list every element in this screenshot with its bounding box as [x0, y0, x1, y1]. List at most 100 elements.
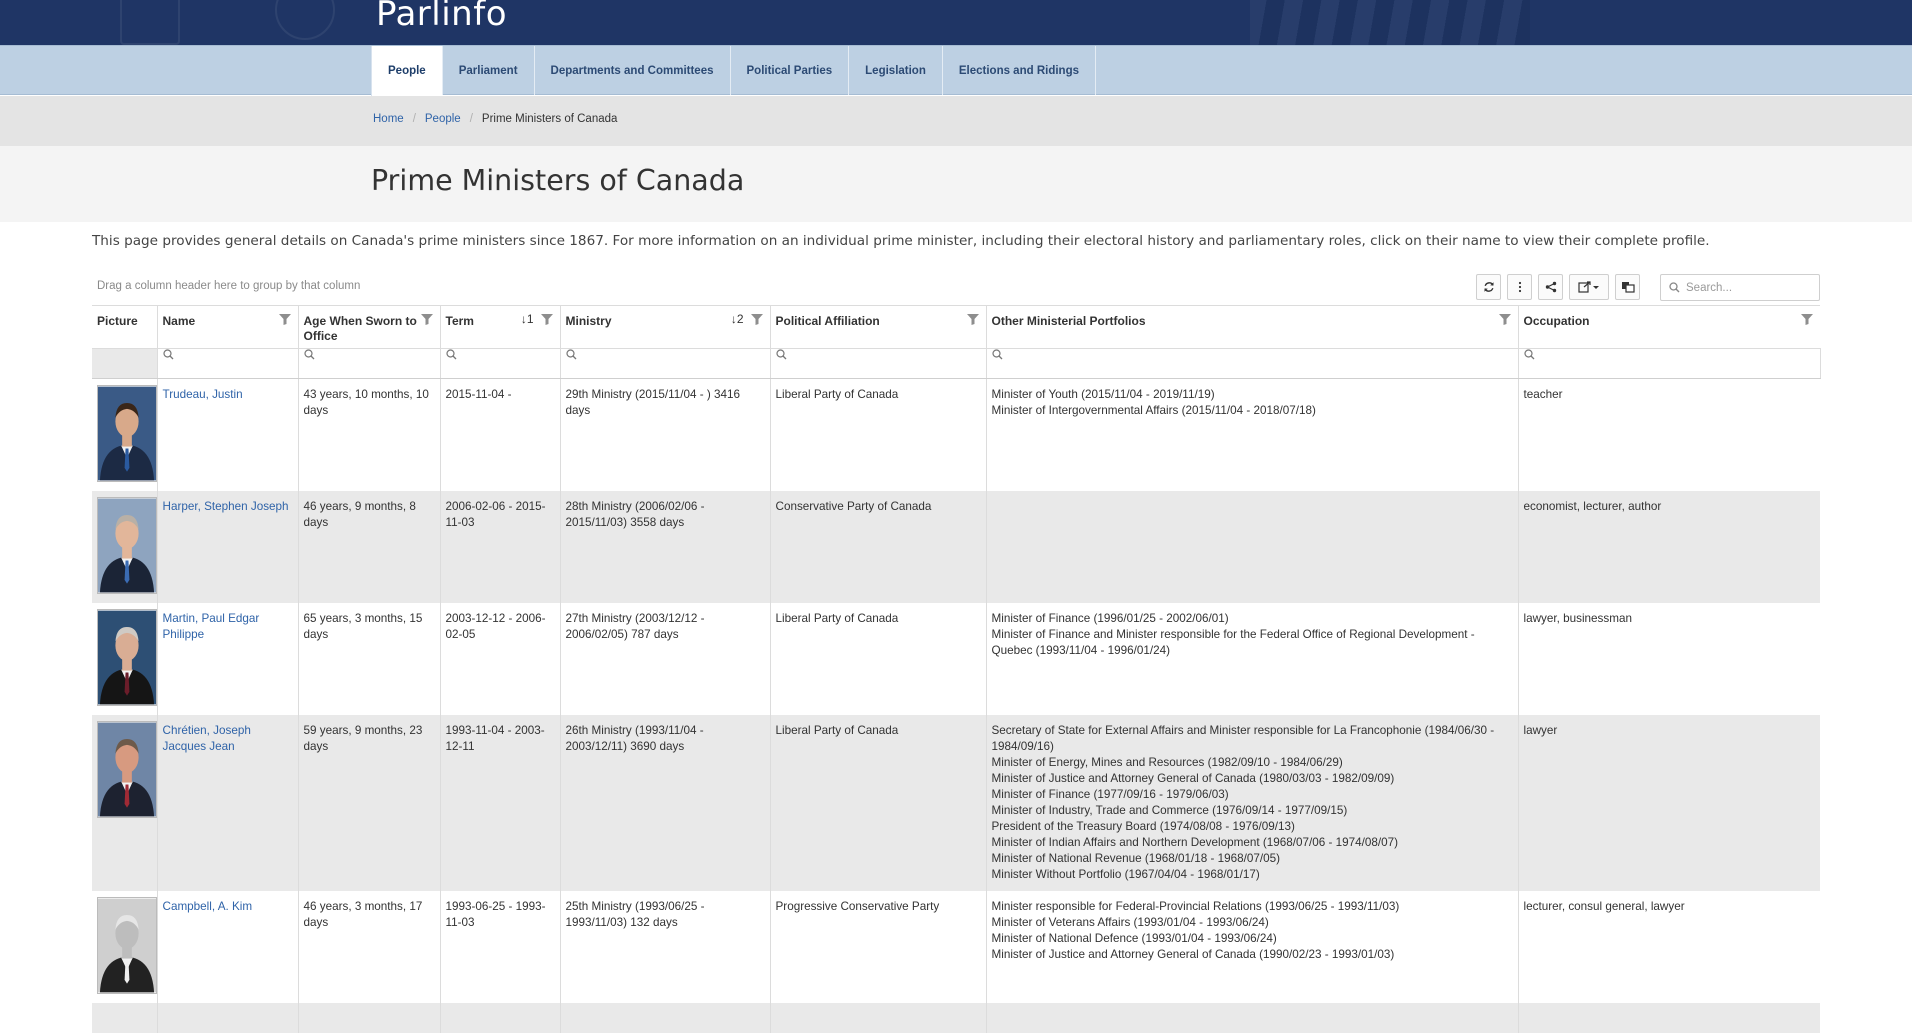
filter-cell-ministry[interactable]	[560, 348, 771, 379]
filter-icon[interactable]	[750, 312, 764, 326]
portfolio-item: Minister of Finance and Minister respons…	[991, 628, 1475, 657]
cell-name: Harper, Stephen Joseph	[157, 491, 299, 603]
tab-political-parties[interactable]: Political Parties	[731, 46, 850, 95]
tab-people[interactable]: People	[372, 46, 443, 95]
pm-name-link[interactable]: Chrétien, Joseph Jacques Jean	[163, 724, 251, 753]
portrait-image	[97, 609, 157, 706]
cell-name: Trudeau, Justin	[157, 378, 299, 491]
search-icon	[445, 349, 456, 360]
breadcrumb-home-link[interactable]: Home	[373, 113, 404, 125]
search-icon	[565, 349, 576, 360]
column-header-occupation[interactable]: Occupation	[1518, 305, 1820, 349]
column-header-age[interactable]: Age When Sworn to Office	[298, 305, 441, 349]
portfolio-item: Minister of Indian Affairs and Northern …	[991, 836, 1399, 849]
cell-ministry: 26th Ministry (1993/11/04 - 2003/12/11) …	[560, 715, 771, 891]
filter-cell-age[interactable]	[298, 348, 441, 379]
search-icon	[991, 349, 1002, 360]
cell-party: Liberal Party of Canada	[770, 378, 987, 491]
portrait-image	[97, 897, 157, 994]
cell-ministry: 25th Ministry (1993/06/25 - 1993/11/03) …	[560, 891, 771, 1003]
search-input[interactable]	[1686, 281, 1811, 294]
cell-party: Progressive Conservative Party	[770, 891, 987, 1003]
column-header-term[interactable]: Term ↓1	[440, 305, 561, 349]
share-button[interactable]	[1538, 274, 1563, 300]
refresh-button[interactable]	[1476, 274, 1501, 300]
export-icon	[1578, 281, 1599, 293]
cell-picture	[92, 378, 158, 491]
breadcrumb-bar: Home / People / Prime Ministers of Canad…	[0, 96, 1912, 146]
filter-cell-party[interactable]	[770, 348, 987, 379]
prime-ministers-grid: Picture Name Age When Sworn to Office Te…	[92, 305, 1821, 1033]
cell-age: 46 years, 3 months, 17 days	[298, 891, 441, 1003]
cell-ministry: 28th Ministry (2006/02/06 - 2015/11/03) …	[560, 491, 771, 603]
pm-name-link[interactable]: Trudeau, Justin	[163, 388, 243, 401]
table-row: Martin, Paul Edgar Philippe 65 years, 3 m…	[92, 603, 1820, 715]
portfolio-item: Minister of Finance (1977/09/16 - 1979/0…	[991, 788, 1229, 801]
cell-ministry: 29th Ministry (2015/11/04 - ) 3416 days	[560, 378, 771, 491]
cell-term: 1993-11-04 - 2003-12-11	[440, 715, 561, 891]
site-title[interactable]: Parlinfo	[376, 0, 507, 34]
main-nav: People Parliament Departments and Commit…	[0, 45, 1912, 96]
filter-cell-picture	[92, 348, 158, 379]
column-header-other-portfolios[interactable]: Other Ministerial Portfolios	[986, 305, 1519, 349]
tab-legislation[interactable]: Legislation	[849, 46, 943, 95]
pm-name-link[interactable]: Campbell, A. Kim	[163, 900, 253, 913]
filter-icon[interactable]	[420, 312, 434, 326]
group-panel-hint[interactable]: Drag a column header here to group by th…	[97, 280, 360, 292]
filter-icon[interactable]	[1498, 312, 1512, 326]
sort-ascending-indicator: ↓1	[520, 312, 534, 326]
grid-toolbar	[1476, 274, 1640, 300]
cell-picture	[92, 603, 158, 715]
filter-icon[interactable]	[278, 312, 292, 326]
portfolio-item: Minister of Intergovernmental Affairs (2…	[991, 404, 1316, 417]
breadcrumb: Home / People / Prime Ministers of Canad…	[373, 113, 617, 125]
filter-icon[interactable]	[540, 312, 554, 326]
column-chooser-button[interactable]	[1507, 274, 1532, 300]
column-header-picture[interactable]: Picture	[92, 305, 158, 349]
cell-occupation: lawyer	[1518, 715, 1820, 891]
share-icon	[1545, 281, 1556, 293]
cell-occupation: teacher	[1523, 388, 1563, 401]
portfolio-item: Minister of Justice and Attorney General…	[991, 948, 1395, 961]
column-header-name[interactable]: Name	[157, 305, 299, 349]
cell-name: Campbell, A. Kim	[157, 891, 299, 1003]
banner-decoration	[1250, 0, 1530, 45]
breadcrumb-separator: /	[469, 113, 473, 125]
table-row: Chrétien, Joseph Jacques Jean 59 years, 9…	[92, 715, 1820, 891]
column-header-ministry[interactable]: Ministry ↓2	[560, 305, 771, 349]
cell-term: 2006-02-06 - 2015-11-03	[440, 491, 561, 603]
filter-cell-name[interactable]	[157, 348, 299, 379]
breadcrumb-separator: /	[412, 113, 416, 125]
cell-portfolios: Minister responsible for Federal-Provinc…	[986, 891, 1519, 1003]
language-button[interactable]	[1615, 274, 1640, 300]
export-button[interactable]	[1569, 274, 1609, 300]
portfolio-item: Minister responsible for Federal-Provinc…	[991, 900, 1400, 913]
portrait-image	[97, 385, 157, 482]
table-row: Harper, Stephen Joseph 46 years, 9 months…	[92, 491, 1820, 603]
filter-icon[interactable]	[966, 312, 980, 326]
cell-term: 2003-12-12 - 2006-02-05	[440, 603, 561, 715]
column-header-political-affiliation[interactable]: Political Affiliation	[770, 305, 987, 349]
cell-portfolios: Secretary of State for External Affairs …	[986, 715, 1519, 891]
cell-occupation: lawyer, businessman	[1523, 612, 1633, 625]
portfolio-item: Minister of National Defence (1993/01/04…	[991, 932, 1277, 945]
breadcrumb-people-link[interactable]: People	[425, 113, 461, 125]
portfolio-item: Minister of Veterans Affairs (1993/01/04…	[991, 916, 1269, 929]
banner-decoration	[120, 0, 180, 45]
cell-party: Liberal Party of Canada	[770, 715, 987, 891]
cell-age: 65 years, 3 months, 15 days	[298, 603, 441, 715]
filter-cell-term[interactable]	[440, 348, 561, 379]
pm-name-link[interactable]: Martin, Paul Edgar Philippe	[163, 612, 260, 641]
filter-row	[92, 348, 1821, 379]
refresh-icon	[1483, 282, 1494, 292]
filter-icon[interactable]	[1800, 312, 1814, 326]
filter-cell-portfolios[interactable]	[986, 348, 1519, 379]
tab-departments-and-committees[interactable]: Departments and Committees	[535, 46, 731, 95]
cell-occupation: economist, lecturer, author	[1518, 491, 1820, 603]
language-icon	[1621, 282, 1635, 293]
tab-elections-and-ridings[interactable]: Elections and Ridings	[943, 46, 1096, 95]
tab-parliament[interactable]: Parliament	[443, 46, 535, 95]
pm-name-link[interactable]: Harper, Stephen Joseph	[163, 500, 289, 513]
cell-ministry: 27th Ministry (2003/12/12 - 2006/02/05) …	[560, 603, 771, 715]
filter-cell-occupation[interactable]	[1518, 348, 1821, 379]
